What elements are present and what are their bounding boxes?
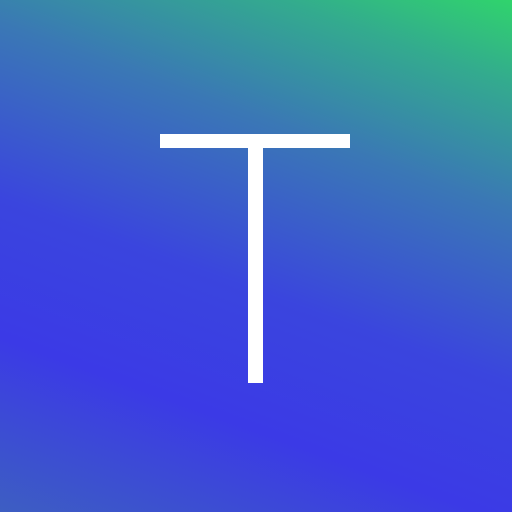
letter-t-glyph	[160, 134, 350, 383]
letter-t-stem	[248, 134, 263, 383]
app-icon-tile: T	[0, 0, 512, 512]
